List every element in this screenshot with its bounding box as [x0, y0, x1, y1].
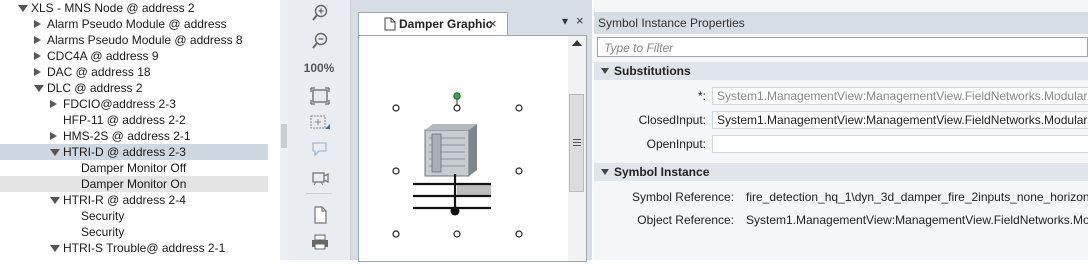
damper-image	[424, 124, 477, 177]
tree-item-label: DAC @ address 18	[47, 65, 151, 79]
property-label: Symbol Reference:	[631, 190, 734, 204]
panel-close-button[interactable]: ×	[576, 13, 584, 28]
collapsed-arrow-icon[interactable]	[34, 52, 41, 60]
tree-item[interactable]: DLC @ address 2	[0, 80, 268, 96]
tree-item-label: Damper Monitor Off	[81, 161, 187, 175]
tree-item-label: Security	[81, 225, 125, 239]
camera-icon[interactable]	[308, 167, 332, 187]
expanded-arrow-icon[interactable]	[34, 85, 44, 92]
collapsed-arrow-icon[interactable]	[34, 20, 41, 28]
expanded-arrow-icon[interactable]	[18, 5, 28, 12]
tree-item-label: HTRI-D @ address 2-3	[63, 145, 186, 159]
tree-item-label: DLC @ address 2	[47, 81, 143, 95]
tree-item-label: HTRI-R @ address 2-4	[63, 193, 186, 207]
graphics-toolbar: 100%	[288, 0, 351, 260]
collapsed-arrow-icon[interactable]	[34, 36, 41, 44]
zoom-level[interactable]: 100%	[288, 61, 350, 75]
tree-item[interactable]: HFP-11 @ address 2-2	[0, 112, 268, 128]
section-title: Substitutions	[614, 64, 691, 78]
damper-symbol[interactable]	[359, 36, 569, 261]
tree-item-label: Alarms Pseudo Module @ address 8	[47, 33, 243, 47]
grip-icon	[573, 139, 581, 140]
panel-menu-button[interactable]: ▾	[562, 14, 568, 28]
tree-item[interactable]: HTRI-R @ address 2-4	[0, 192, 268, 208]
tree-item[interactable]: Alarms Pseudo Module @ address 8	[0, 32, 268, 48]
property-value: System1.ManagementView:ManagementView.Fi…	[717, 89, 1088, 103]
tree-item[interactable]: XLS - MNS Node @ address 2	[0, 0, 268, 16]
property-value: System1.ManagementView:ManagementView.Fi…	[717, 113, 1088, 127]
properties-title: Symbol Instance Properties	[598, 16, 745, 30]
fit-to-window-icon[interactable]	[308, 86, 332, 106]
collapsed-arrow-icon[interactable]	[34, 68, 41, 76]
property-label: *:	[697, 89, 706, 103]
collapse-icon[interactable]	[601, 169, 609, 175]
tree-item[interactable]: HMS-2S @ address 2-1	[0, 128, 268, 144]
tree-item-label: FDCIO@address 2-3	[63, 97, 176, 111]
tab-damper-graphic[interactable]: Damper Graphic ×	[358, 12, 508, 35]
property-value-box[interactable]	[712, 135, 1088, 153]
toolbar-separator	[306, 193, 332, 194]
tree-item[interactable]: Alarm Pseudo Module @ address	[0, 16, 268, 32]
tree-item-label: Alarm Pseudo Module @ address	[47, 17, 227, 31]
tree-item[interactable]: Damper Monitor Off	[0, 160, 268, 176]
filter-box[interactable]	[597, 37, 1088, 57]
property-value: fire_detection_hq_1\dyn_3d_damper_fire_2…	[746, 190, 1088, 204]
tree-scroll-thumb[interactable]	[281, 124, 287, 148]
scroll-thumb[interactable]	[569, 94, 584, 192]
property-label: Object Reference:	[637, 213, 734, 227]
tree-item[interactable]: Damper Monitor On	[0, 176, 268, 192]
collapsed-arrow-icon[interactable]	[50, 100, 57, 108]
tree-item-label: Security	[81, 209, 125, 223]
tree-item-label: Damper Monitor On	[81, 177, 187, 191]
expanded-arrow-icon[interactable]	[50, 149, 60, 156]
zoom-out-icon[interactable]	[308, 31, 332, 51]
zoom-in-icon[interactable]	[308, 3, 332, 23]
tree-item[interactable]: Security	[0, 208, 268, 224]
property-value: System1.ManagementView:ManagementView.Fi…	[746, 213, 1088, 227]
object-tree: XLS - MNS Node @ address 2 Alarm Pseudo M…	[0, 0, 281, 260]
collapsed-arrow-icon[interactable]	[50, 132, 57, 140]
filter-input[interactable]	[602, 39, 1076, 57]
canvas-scrollbar[interactable]	[568, 35, 587, 262]
section-symbol-instance[interactable]: Symbol Instance	[594, 163, 1088, 181]
expanded-arrow-icon[interactable]	[50, 245, 60, 252]
document-icon[interactable]	[308, 205, 332, 225]
tree-item[interactable]: Security	[0, 224, 268, 240]
comment-icon[interactable]	[308, 139, 332, 159]
properties-header: Symbol Instance Properties	[594, 12, 1088, 34]
section-substitutions[interactable]: Substitutions	[594, 62, 1088, 80]
collapse-icon[interactable]	[601, 68, 609, 74]
section-title: Symbol Instance	[614, 165, 710, 179]
select-area-icon[interactable]	[308, 113, 332, 133]
panel-controls: ▾ ×	[562, 13, 590, 30]
tree-item-label: HTRI-S Trouble@ address 2-1	[63, 241, 226, 255]
tree-item-label: HMS-2S @ address 2-1	[63, 129, 191, 143]
document-icon	[384, 17, 396, 34]
tree-item[interactable]: DAC @ address 18	[0, 64, 268, 80]
tree-item[interactable]: HTRI-D @ address 2-3	[0, 144, 268, 160]
tree-item[interactable]: FDCIO@address 2-3	[0, 96, 268, 112]
property-label: ClosedInput:	[638, 113, 706, 127]
tab-close-button[interactable]: ×	[489, 16, 497, 31]
tree-item-label: HFP-11 @ address 2-2	[63, 113, 186, 127]
tree-item-label: CDC4A @ address 9	[47, 49, 159, 63]
print-icon[interactable]	[308, 232, 332, 252]
tree-scrollbar[interactable]	[280, 0, 288, 260]
tree-item[interactable]: HTRI-S Trouble@ address 2-1	[0, 240, 268, 256]
tab-label: Damper Graphic	[399, 17, 493, 31]
tree-item-label: XLS - MNS Node @ address 2	[31, 1, 195, 15]
expanded-arrow-icon[interactable]	[50, 197, 60, 204]
tree-item[interactable]: CDC4A @ address 9	[0, 48, 268, 64]
graphic-canvas[interactable]	[358, 35, 570, 262]
property-label: OpenInput:	[646, 137, 706, 151]
scroll-up-icon[interactable]	[572, 40, 582, 46]
